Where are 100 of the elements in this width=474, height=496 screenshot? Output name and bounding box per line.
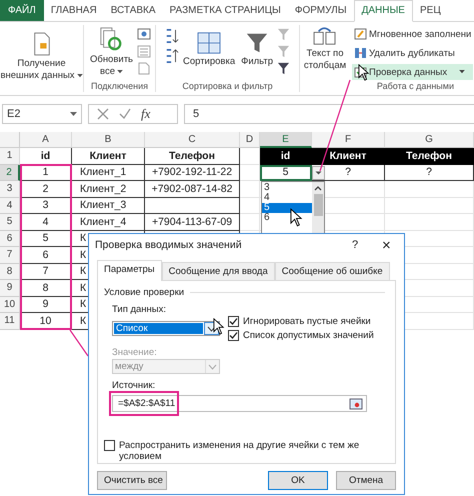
data-type-select[interactable]: Список: [112, 321, 220, 336]
refresh-icon: [99, 26, 124, 52]
cancel-button[interactable]: Отмена: [336, 471, 396, 490]
column-header[interactable]: G: [385, 132, 474, 148]
table-cell: ?: [385, 164, 474, 181]
cancel-icon[interactable]: [97, 108, 109, 120]
table-cell: Клиент_3: [72, 198, 145, 214]
range-picker-icon[interactable]: [349, 398, 363, 410]
column-header[interactable]: D: [240, 132, 260, 148]
sort-button[interactable]: Сортировка: [180, 31, 238, 68]
text-columns-icon: [313, 26, 337, 46]
ribbon-command[interactable]: Мгновенное заполнени: [352, 26, 474, 42]
sort-grid-icon: [197, 32, 222, 54]
table-cell: Клиент: [72, 148, 145, 164]
checkbox-option[interactable]: Распространить изменения на другие ячейки с тем же условием: [104, 440, 385, 462]
mouse-pointer-icon: [290, 208, 303, 227]
row-header[interactable]: 8: [0, 264, 20, 280]
row-header[interactable]: 6: [0, 230, 20, 247]
checkbox[interactable]: [104, 440, 115, 451]
highlight-frame: [109, 391, 179, 416]
table-cell: 10: [20, 313, 72, 330]
table-cell: 5: [260, 164, 312, 181]
sort-ascending-icon[interactable]: [164, 28, 179, 44]
name-box[interactable]: E2: [2, 104, 82, 124]
row-header[interactable]: 9: [0, 280, 20, 296]
field-label: Источник:: [112, 380, 156, 391]
checkbox[interactable]: [228, 330, 239, 341]
table-cell: 2: [20, 181, 72, 198]
list-item[interactable]: 3: [262, 183, 312, 193]
table-cell: 8: [20, 280, 72, 296]
ribbon-tab[interactable]: РАЗМЕТКА СТРАНИЦЫ: [162, 0, 288, 21]
group-label: Сортировка и фильтр: [182, 80, 273, 92]
table-cell: +7902-192-11-22: [145, 164, 240, 181]
row-header[interactable]: 10: [0, 296, 20, 313]
check-icon[interactable]: [119, 108, 131, 120]
table-cell: 7: [20, 264, 72, 280]
advanced-filter-icon[interactable]: [277, 62, 290, 75]
table-cell: [240, 164, 260, 181]
dialog-tab[interactable]: Сообщение об ошибке: [274, 262, 390, 280]
ok-button[interactable]: OK: [268, 471, 328, 490]
table-cell: [240, 181, 260, 198]
row-header[interactable]: 11: [0, 313, 20, 330]
checkbox[interactable]: [228, 316, 239, 327]
close-button[interactable]: ×: [382, 236, 398, 254]
text-to-columns-button[interactable]: Текст по столбцам: [300, 25, 350, 73]
group-label: Подключения: [91, 80, 148, 92]
column-header[interactable]: F: [312, 132, 385, 148]
table-cell: Клиент: [312, 148, 385, 164]
table-cell: 3: [20, 198, 72, 214]
list-item[interactable]: 5: [262, 203, 312, 213]
row-header[interactable]: 5: [0, 214, 20, 230]
table-cell: [240, 198, 260, 214]
column-header[interactable]: B: [72, 132, 145, 148]
table-cell: 5: [20, 230, 72, 247]
table-cell: +7902-087-14-82: [145, 181, 240, 198]
row-header[interactable]: 7: [0, 247, 20, 264]
table-cell: 1: [20, 164, 72, 181]
column-header[interactable]: E: [260, 132, 312, 148]
dropdown-button[interactable]: [312, 166, 325, 180]
table-cell: Клиент_4: [72, 214, 145, 230]
table-cell: [240, 214, 260, 230]
table-cell: +7904-113-67-09: [145, 214, 240, 230]
table-cell: Телефон: [145, 148, 240, 164]
checkbox-option[interactable]: Список допустимых значений: [228, 330, 374, 341]
table-cell: 6: [20, 247, 72, 264]
funnel-icon: [246, 32, 268, 54]
remove-duplicates-icon: [354, 47, 367, 59]
group-label: Работа с данными: [376, 80, 454, 92]
sort-descending-icon[interactable]: [164, 48, 179, 64]
ribbon-tab[interactable]: ГЛАВНАЯ: [44, 0, 104, 21]
connections-icon[interactable]: [137, 28, 151, 41]
list-item[interactable]: 4: [262, 193, 312, 203]
filter-button[interactable]: Фильтр: [239, 31, 276, 68]
source-field[interactable]: =$A$2:$A$11: [112, 395, 367, 412]
refresh-all-button[interactable]: Обновить все: [88, 25, 135, 79]
column-header[interactable]: A: [20, 132, 72, 148]
ribbon-tab[interactable]: ВСТАВКА: [104, 0, 163, 21]
help-button[interactable]: ?: [352, 239, 382, 251]
insert-function-button[interactable]: fx: [141, 106, 150, 122]
document-icon: [32, 32, 52, 56]
clear-all-button[interactable]: Очистить все: [97, 471, 167, 490]
ribbon-tab[interactable]: ДАННЫЕ: [354, 0, 413, 22]
row-header[interactable]: 1: [0, 148, 20, 164]
dialog-tab[interactable]: Параметры: [97, 260, 162, 281]
column-header[interactable]: C: [145, 132, 240, 148]
scroll-up-icon[interactable]: [314, 185, 322, 191]
row-header[interactable]: 2: [0, 164, 20, 181]
ribbon-tab[interactable]: ФАЙЛ: [0, 0, 44, 21]
ribbon-tab[interactable]: РЕЦ: [412, 0, 448, 21]
formula-input[interactable]: 5: [184, 104, 474, 124]
dialog-tab[interactable]: Сообщение для ввода: [162, 262, 275, 280]
ribbon-command[interactable]: Удалить дубликаты: [352, 45, 474, 61]
row-header[interactable]: 3: [0, 181, 20, 198]
row-header[interactable]: 4: [0, 198, 20, 214]
list-item[interactable]: 6: [262, 213, 312, 223]
ribbon-tab[interactable]: ФОРМУЛЫ: [288, 0, 354, 21]
get-external-data-button[interactable]: Получение внешних данных: [0, 31, 82, 83]
table-cell: Клиент_2: [72, 181, 145, 198]
checkbox-option[interactable]: Игнорировать пустые ячейки: [228, 316, 374, 327]
field-label: Значение:: [112, 347, 158, 358]
